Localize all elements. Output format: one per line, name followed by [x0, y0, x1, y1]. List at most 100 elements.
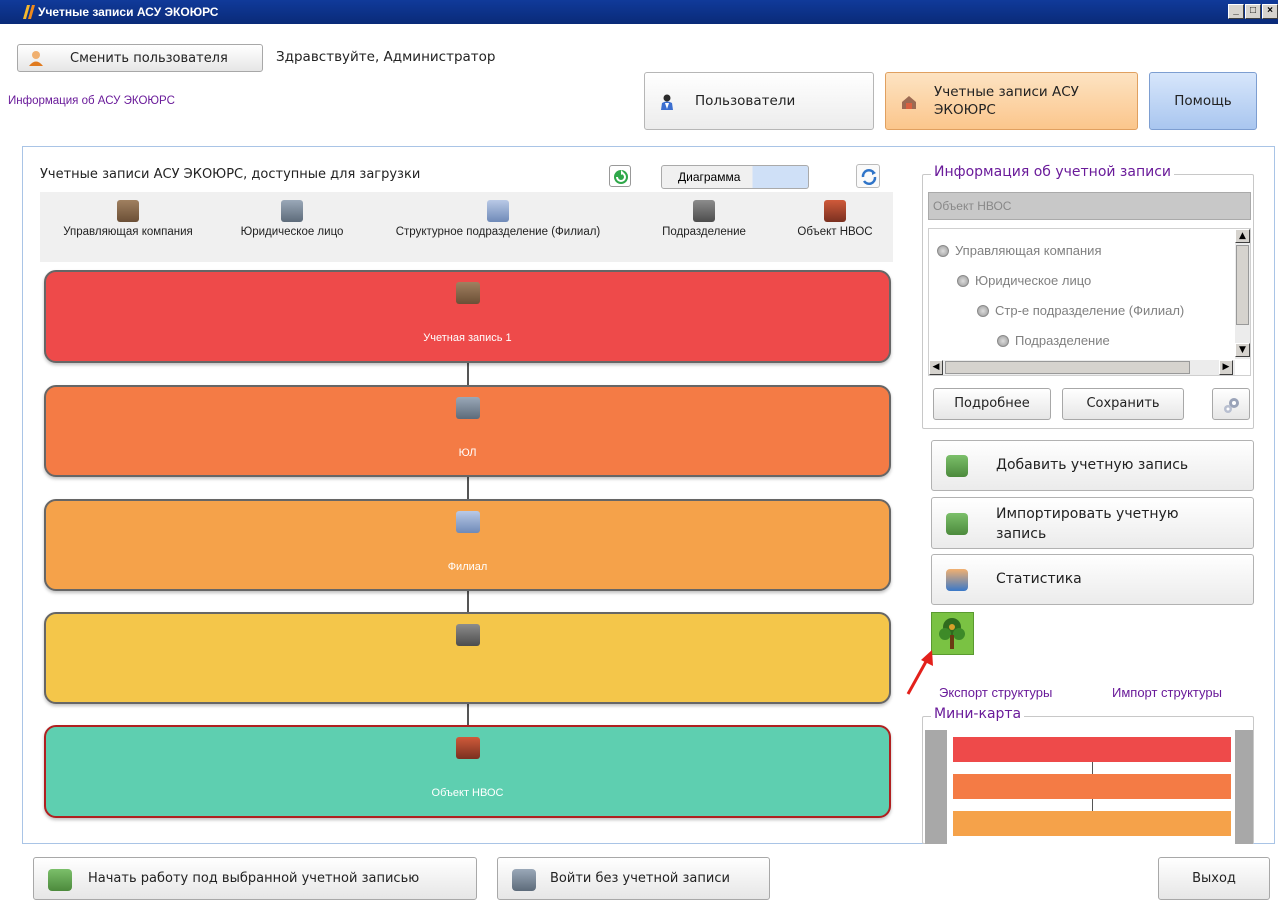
save-label: Сохранить [1086, 396, 1160, 411]
window-title: Учетные записи АСУ ЭКОЮРС [38, 5, 219, 19]
tree-item[interactable]: Подразделение [997, 333, 1110, 348]
tree-item-label: Подразделение [1015, 333, 1110, 348]
gear-icon [1224, 398, 1239, 413]
scroll-thumb[interactable] [1236, 245, 1249, 325]
save-button[interactable]: Сохранить [1062, 388, 1184, 420]
category-legal-entity[interactable]: Юридическое лицо [222, 200, 362, 238]
import-account-button[interactable]: Импортировать учетную запись [931, 497, 1254, 549]
management-company-icon [455, 282, 480, 304]
minimap-viewport[interactable] [925, 730, 1253, 844]
tree-item[interactable]: Стр-е подразделение (Филиал) [977, 303, 1184, 318]
help-button[interactable]: Помощь [1149, 72, 1257, 130]
legal-entity-icon [281, 200, 303, 222]
category-label: Юридическое лицо [240, 226, 344, 238]
branch-icon [487, 200, 509, 222]
view-toggle[interactable]: Диаграмма [661, 165, 809, 189]
category-label: Объект НВОС [797, 226, 873, 238]
tree-connector [467, 589, 469, 613]
login-without-account-button[interactable]: Войти без учетной записи [497, 857, 770, 900]
category-management-company[interactable]: Управляющая компания [44, 200, 212, 238]
nvos-object-icon [455, 737, 480, 759]
category-label: Структурное подразделение (Филиал) [395, 226, 601, 238]
greeting-text: Здравствуйте, Администратор [276, 49, 496, 65]
tree-item-label: Управляющая компания [955, 243, 1102, 258]
maximize-button[interactable]: □ [1245, 4, 1261, 19]
scroll-right-icon[interactable]: ▶ [1219, 360, 1233, 375]
category-branch[interactable]: Структурное подразделение (Филиал) [368, 200, 628, 238]
vertical-scrollbar[interactable]: ▲ ▼ [1235, 229, 1250, 359]
diagram-title: Учетные записи АСУ ЭКОЮРС, доступные для… [40, 167, 421, 182]
refresh-button[interactable] [609, 165, 631, 187]
close-button[interactable]: × [1262, 4, 1278, 19]
legal-entity-icon [455, 397, 480, 419]
tree-connector [467, 703, 469, 727]
minimap-connector [1092, 799, 1093, 811]
settings-button[interactable] [1212, 388, 1250, 420]
account-node-department[interactable] [44, 612, 891, 704]
account-node-management-company[interactable]: Учетная запись 1 [44, 270, 891, 363]
start-session-label: Начать работу под выбранной учетной запи… [88, 871, 420, 886]
switch-user-button[interactable]: Сменить пользователя [17, 44, 263, 72]
scroll-down-icon[interactable]: ▼ [1235, 343, 1250, 357]
account-name-field[interactable]: Объект НВОС [928, 192, 1251, 220]
tree-item[interactable]: Управляющая компания [937, 243, 1102, 258]
account-node-nvos-object[interactable]: Объект НВОС [44, 725, 891, 818]
accounts-icon [900, 94, 918, 110]
start-session-icon [48, 869, 72, 891]
refresh-icon [614, 170, 628, 184]
user-icon [28, 50, 44, 66]
minimize-button[interactable]: _ [1228, 4, 1244, 19]
tree-structure-icon [939, 618, 965, 649]
minimap-bar [953, 737, 1231, 762]
radio-icon [997, 334, 1009, 347]
account-tree-view: Управляющая компания Юридическое лицо Ст… [928, 228, 1251, 376]
app-logo-icon [22, 4, 36, 20]
account-info-legend: Информация об учетной записи [931, 164, 1175, 180]
category-department[interactable]: Подразделение [640, 200, 768, 238]
account-node-legal-entity[interactable]: ЮЛ [44, 385, 891, 477]
statistics-icon [946, 569, 968, 591]
account-node-branch[interactable]: Филиал [44, 499, 891, 591]
switch-user-label: Сменить пользователя [70, 51, 228, 66]
node-label: ЮЛ [458, 447, 477, 459]
users-nav-label: Пользователи [695, 93, 796, 109]
tree-item[interactable]: Юридическое лицо [957, 273, 1091, 288]
login-without-account-label: Войти без учетной записи [550, 871, 730, 886]
tree-item-label: Стр-е подразделение (Филиал) [995, 303, 1185, 318]
add-account-button[interactable]: Добавить учетную запись [931, 440, 1254, 491]
users-nav-button[interactable]: Пользователи [644, 72, 874, 130]
exit-label: Выход [1192, 871, 1236, 886]
category-nvos-object[interactable]: Объект НВОС [780, 200, 890, 238]
nvos-object-icon [824, 200, 846, 222]
import-structure-link[interactable]: Импорт структуры [1112, 685, 1222, 700]
node-label: Объект НВОС [431, 787, 504, 799]
sync-icon [861, 169, 877, 185]
scroll-h-thumb[interactable] [945, 361, 1190, 374]
scroll-left-icon[interactable]: ◀ [929, 360, 943, 375]
add-account-label: Добавить учетную запись [996, 457, 1189, 473]
accounts-nav-label-line1: Учетные записи АСУ [934, 84, 1079, 100]
import-account-label-line2: запись [996, 526, 1047, 542]
accounts-nav-label: Учетные записи АСУ ЭКОЮРС [934, 83, 1079, 119]
department-icon [455, 624, 480, 646]
accounts-nav-button[interactable]: Учетные записи АСУ ЭКОЮРС [885, 72, 1138, 130]
minimap-legend: Мини-карта [931, 706, 1025, 722]
exit-button[interactable]: Выход [1158, 857, 1270, 900]
scroll-up-icon[interactable]: ▲ [1235, 229, 1250, 243]
minimap-bar [953, 774, 1231, 799]
export-structure-link[interactable]: Экспорт структуры [939, 685, 1052, 700]
node-label: Учетная запись 1 [423, 332, 512, 344]
start-session-button[interactable]: Начать работу под выбранной учетной запи… [33, 857, 477, 900]
radio-icon [957, 274, 969, 287]
tree-connector [467, 362, 469, 386]
statistics-button[interactable]: Статистика [931, 554, 1254, 605]
info-link[interactable]: Информация об АСУ ЭКОЮРС [8, 95, 175, 107]
import-account-label: Импортировать учетную запись [996, 504, 1179, 544]
details-button[interactable]: Подробнее [933, 388, 1051, 420]
sync-button[interactable] [856, 164, 880, 188]
annotation-arrow-icon [906, 650, 933, 695]
department-icon [693, 200, 715, 222]
branch-icon [455, 511, 480, 533]
minimap-connector [1092, 762, 1093, 774]
horizontal-scrollbar[interactable]: ◀ ▶ [929, 360, 1235, 375]
